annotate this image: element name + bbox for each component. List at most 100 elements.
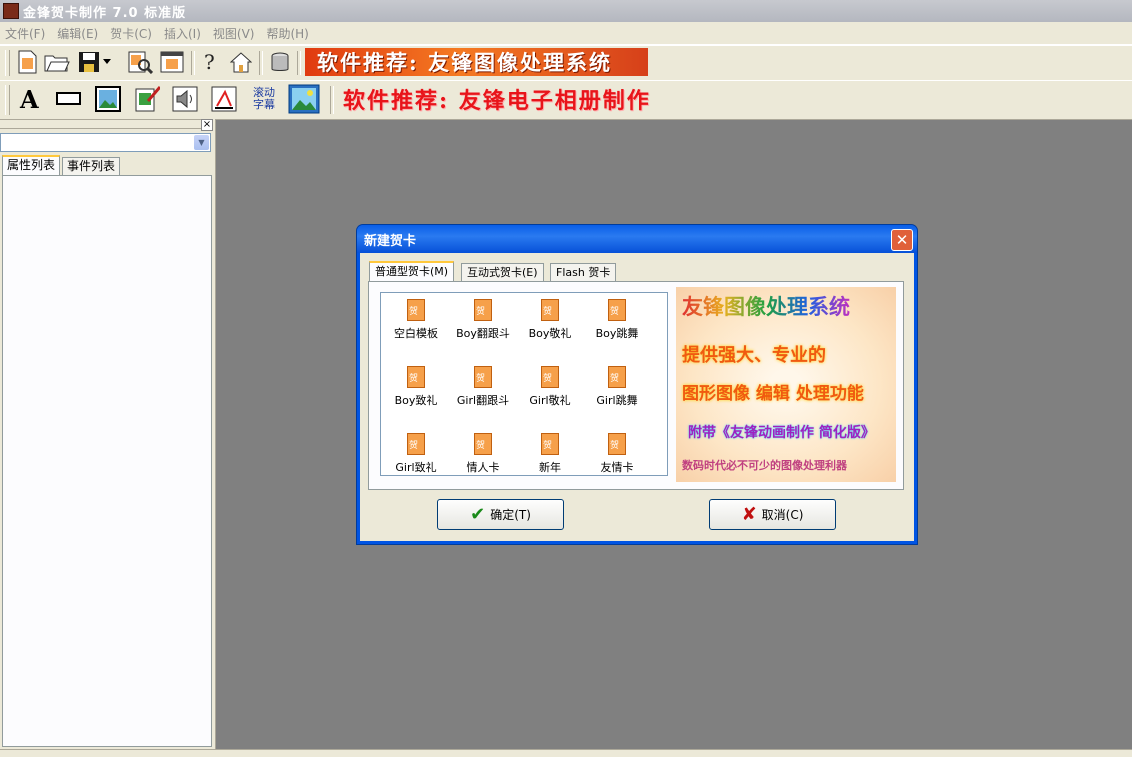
insert-image-button[interactable] <box>95 86 121 112</box>
properties-panel: × ▼ 属性列表 事件列表 <box>0 119 216 749</box>
tab-normal-card[interactable]: 普通型贺卡(M) <box>369 261 455 283</box>
template-label: Boy致礼 <box>394 394 438 407</box>
toolbar-separator <box>191 51 195 75</box>
promo-line-5: 数码时代必不可少的图像处理利器 <box>682 459 847 472</box>
template-item[interactable]: Girl敬礼 <box>517 366 583 408</box>
insert-text-button[interactable]: A <box>17 86 43 112</box>
card-template-icon <box>407 366 425 388</box>
ok-label: 确定(T) <box>490 508 531 522</box>
template-item[interactable]: Boy敬礼 <box>517 299 583 341</box>
menu-bar: 文件(F) 编辑(E) 贺卡(C) 插入(I) 视图(V) 帮助(H) <box>0 22 1132 45</box>
preview-button[interactable] <box>127 49 153 75</box>
chevron-down-icon[interactable]: ▼ <box>194 135 209 150</box>
card-template-icon <box>474 299 492 321</box>
dialog-body: 普通型贺卡(M) 互动式贺卡(E) Flash 贺卡 空白模板 Boy翻跟斗 B… <box>360 253 914 541</box>
dialog-close-button[interactable]: ✕ <box>891 229 913 251</box>
menu-view[interactable]: 视图(V) <box>213 25 255 42</box>
toolbar-separator <box>297 51 301 75</box>
menu-file[interactable]: 文件(F) <box>5 25 45 42</box>
database-button[interactable] <box>267 49 293 75</box>
property-list <box>2 175 212 747</box>
template-label: 情人卡 <box>466 461 500 474</box>
template-item[interactable]: Boy跳舞 <box>584 299 650 341</box>
object-selector-combo[interactable]: ▼ <box>0 133 211 152</box>
template-item[interactable]: 空白模板 <box>383 299 449 341</box>
template-label: Girl致礼 <box>395 461 437 474</box>
card-template-icon <box>541 433 559 455</box>
template-item[interactable]: Girl翻跟斗 <box>450 366 516 408</box>
card-template-icon <box>608 299 626 321</box>
template-item[interactable]: Girl致礼 <box>383 433 449 475</box>
app-icon <box>3 3 19 19</box>
template-item[interactable]: Girl跳舞 <box>584 366 650 408</box>
template-item[interactable]: Boy翻跟斗 <box>450 299 516 341</box>
help-question-icon: ? <box>204 51 215 73</box>
template-item[interactable]: Boy致礼 <box>383 366 449 408</box>
svg-text:?: ? <box>204 51 215 73</box>
menu-edit[interactable]: 编辑(E) <box>57 25 98 42</box>
home-icon <box>230 52 252 73</box>
promo-banner-image-system[interactable]: 软件推荐: 友锋图像处理系统 <box>305 48 648 76</box>
template-item[interactable]: 新年 <box>517 433 583 475</box>
toolbar-main: ? 软件推荐: 友锋图像处理系统 <box>0 45 1132 81</box>
card-template-icon <box>541 366 559 388</box>
cancel-label: 取消(C) <box>761 508 804 522</box>
scroll-text-button[interactable]: 滚动 字幕 <box>249 84 279 114</box>
dialog-title-bar[interactable]: 新建贺卡 ✕ <box>357 225 917 253</box>
template-label: 新年 <box>539 461 561 474</box>
toolbar-grip[interactable] <box>5 85 10 115</box>
template-item[interactable]: 友情卡 <box>584 433 650 475</box>
promo-banner-photo-album[interactable]: 软件推荐: 友锋电子相册制作 <box>343 84 651 114</box>
card-template-icon <box>407 299 425 321</box>
edit-card-button[interactable] <box>134 86 160 112</box>
insert-sound-button[interactable] <box>172 86 198 112</box>
save-dropdown-icon <box>103 59 111 64</box>
promo-title: 友锋图像处理系统 <box>682 291 850 321</box>
image-icon <box>95 86 121 112</box>
template-label: Girl跳舞 <box>596 394 638 407</box>
template-item[interactable]: 情人卡 <box>450 433 516 475</box>
sound-icon <box>172 86 198 112</box>
picture-frame-icon <box>288 84 320 114</box>
new-card-button[interactable] <box>14 49 40 75</box>
home-button[interactable] <box>228 49 254 75</box>
svg-text:A: A <box>19 86 39 112</box>
edit-card-icon <box>135 86 160 112</box>
ok-button[interactable]: ✔ 确定(T) <box>437 499 564 530</box>
scroll-text-label-line2: 字幕 <box>253 98 275 111</box>
tab-flash-card[interactable]: Flash 贺卡 <box>550 263 617 281</box>
cancel-button[interactable]: ✘ 取消(C) <box>709 499 836 530</box>
template-list[interactable]: 空白模板 Boy翻跟斗 Boy敬礼 Boy跳舞 Boy致礼 Girl翻跟斗 Gi… <box>380 292 668 476</box>
template-label: Boy敬礼 <box>528 327 572 340</box>
save-dropdown-button[interactable] <box>101 49 113 75</box>
insert-effects-button[interactable] <box>211 86 237 112</box>
toolbar-separator <box>330 86 334 114</box>
insert-picture-frame-button[interactable] <box>288 84 320 114</box>
menu-card[interactable]: 贺卡(C) <box>110 25 152 42</box>
card-window-button[interactable] <box>159 49 185 75</box>
insert-rectangle-button[interactable] <box>56 86 82 112</box>
effects-icon <box>211 86 237 112</box>
card-template-icon <box>541 299 559 321</box>
card-window-icon <box>160 51 184 73</box>
help-button[interactable]: ? <box>197 49 223 75</box>
dialog-title: 新建贺卡 <box>364 233 417 249</box>
template-label: Boy翻跟斗 <box>456 327 510 340</box>
tab-events[interactable]: 事件列表 <box>62 157 121 175</box>
save-button[interactable] <box>76 49 102 75</box>
new-card-icon <box>18 50 37 74</box>
tab-properties[interactable]: 属性列表 <box>2 155 61 177</box>
template-label: Girl翻跟斗 <box>456 394 510 407</box>
panel-close-button[interactable]: × <box>201 119 213 131</box>
open-folder-icon <box>44 55 70 72</box>
promo-image: 友锋图像处理系统 提供强大、专业的 图形图像 编辑 处理功能 附带《友锋动画制作… <box>676 287 896 482</box>
save-disk-icon <box>79 52 99 72</box>
checkmark-icon: ✔ <box>470 504 486 525</box>
open-button[interactable] <box>44 49 70 75</box>
toolbar-grip[interactable] <box>5 50 10 76</box>
menu-insert[interactable]: 插入(I) <box>164 25 201 42</box>
cross-icon: ✘ <box>741 504 757 525</box>
menu-help[interactable]: 帮助(H) <box>266 25 308 42</box>
tab-interactive-card[interactable]: 互动式贺卡(E) <box>461 263 544 281</box>
card-template-icon <box>474 433 492 455</box>
